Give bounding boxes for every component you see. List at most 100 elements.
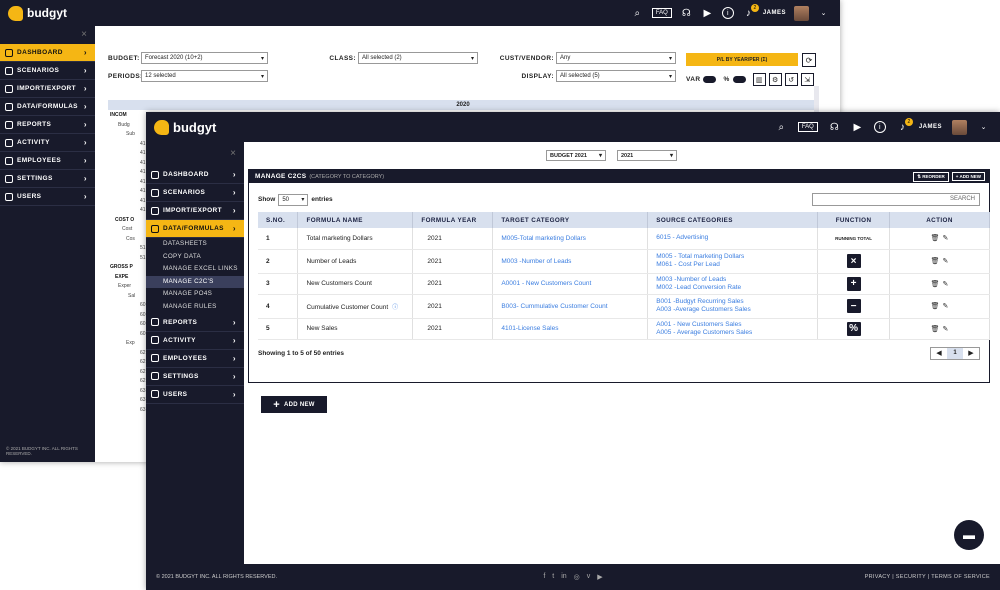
tree-row[interactable]: Budg — [110, 122, 150, 132]
target-category[interactable]: M005-Total marketing Dollars — [492, 228, 649, 250]
faq-button[interactable]: FAQ — [797, 122, 818, 132]
search-icon[interactable]: ⌕ — [631, 7, 644, 20]
source-category[interactable]: M005 - Total marketing Dollars — [656, 253, 817, 261]
sidebar-item-activity[interactable]: ACTIVITY › — [0, 134, 95, 152]
tree-row[interactable]: 41 — [110, 141, 150, 151]
sidebar-item-scenarios[interactable]: SCENARIOS › — [146, 184, 244, 202]
source-category[interactable]: A003 -Average Customers Sales — [656, 306, 817, 314]
prev-page-button[interactable]: ◀ — [931, 348, 947, 359]
subnav-item[interactable]: MANAGE EXCEL LINKS — [146, 263, 244, 276]
info-icon[interactable]: i — [873, 121, 886, 133]
source-category[interactable]: M002 -Lead Conversion Rate — [656, 284, 817, 292]
formula-name-text[interactable]: Cumulative Customer Count — [306, 304, 388, 311]
tree-row[interactable]: 51 — [110, 255, 150, 265]
function-button[interactable]: % — [846, 321, 861, 336]
trash-icon[interactable]: 🗑 — [931, 281, 940, 288]
tree-row[interactable]: Exper — [110, 283, 150, 293]
tree-row[interactable]: 51 — [110, 245, 150, 255]
source-category[interactable]: B001 -Budgyt Recurring Sales — [656, 298, 817, 306]
subnav-item[interactable]: MANAGE RULES — [146, 301, 244, 314]
facebook-icon[interactable]: f — [543, 573, 545, 581]
source-category[interactable]: M003 -Number of Leads — [656, 276, 817, 284]
sidebar-item-import-export[interactable]: IMPORT/EXPORT › — [146, 202, 244, 220]
edit-icon[interactable]: ✎ — [943, 281, 949, 288]
tree-row[interactable]: 62 — [110, 350, 150, 360]
source-category[interactable]: 6015 - Advertising — [656, 234, 817, 242]
column-header[interactable]: FORMULA NAME — [297, 212, 414, 228]
sidebar-item-employees[interactable]: EMPLOYEES › — [146, 350, 244, 368]
tree-row[interactable]: 60 — [110, 331, 150, 341]
tree-row[interactable]: EXPE — [110, 274, 150, 284]
tree-row[interactable]: 62 — [110, 359, 150, 369]
headset-icon[interactable]: ☊ — [680, 7, 693, 20]
youtube-icon[interactable]: ▶ — [597, 573, 602, 581]
sidebar-item-settings[interactable]: SETTINGS › — [0, 170, 95, 188]
vimeo-icon[interactable]: v — [587, 573, 591, 581]
tree-row[interactable]: Exp — [110, 340, 150, 350]
tree-row[interactable]: 60 — [110, 312, 150, 322]
function-button[interactable]: − — [846, 299, 861, 313]
chart-icon[interactable]: ▥ — [752, 73, 766, 86]
edit-icon[interactable]: ✎ — [943, 235, 949, 242]
subnav-item[interactable]: COPY DATA — [146, 251, 244, 264]
bell-icon[interactable]: ♪ 2 — [742, 3, 759, 20]
edit-icon[interactable]: ✎ — [943, 303, 949, 310]
sidebar-item-data-formulas[interactable]: DATA/FORMULAS › — [146, 220, 244, 238]
chat-icon[interactable]: ▬ — [954, 520, 984, 550]
gear-icon[interactable]: ⚙ — [768, 73, 782, 86]
close-icon[interactable]: × — [0, 26, 95, 44]
column-header[interactable]: FORMULA YEAR — [412, 212, 494, 228]
sidebar-item-users[interactable]: USERS › — [146, 386, 244, 404]
subnav-item[interactable]: MANAGE PO4S — [146, 288, 244, 301]
var-toggle[interactable] — [703, 76, 717, 83]
formula-name-text[interactable]: New Sales — [306, 325, 337, 332]
info-icon[interactable]: ⓘ — [392, 305, 398, 311]
column-header[interactable]: ACTION — [889, 212, 990, 228]
sidebar-item-activity[interactable]: ACTIVITY › — [146, 332, 244, 350]
sidebar-item-users[interactable]: USERS › — [0, 188, 95, 206]
tree-row[interactable]: 41 — [110, 160, 150, 170]
function-button[interactable]: + — [846, 276, 861, 291]
history-icon[interactable]: ↺ — [784, 73, 798, 86]
tree-row[interactable]: 63 — [110, 407, 150, 417]
target-category[interactable]: 4101-License Sales — [492, 318, 649, 340]
tree-row[interactable]: 62 — [110, 378, 150, 388]
periods-select[interactable]: 12 selected ▾ — [141, 70, 268, 82]
avatar[interactable] — [794, 5, 809, 21]
tree-row[interactable]: 63 — [110, 397, 150, 407]
cust-select[interactable]: Any ▾ — [556, 52, 676, 64]
tree-row[interactable]: 62 — [110, 369, 150, 379]
sidebar-item-dashboard[interactable]: DASHBOARD › — [146, 166, 244, 184]
page-button[interactable]: 1 — [947, 347, 963, 359]
trash-icon[interactable]: 🗑 — [931, 258, 940, 265]
sidebar-item-scenarios[interactable]: SCENARIOS › — [0, 62, 95, 80]
target-category[interactable]: A0001 - New Customers Count — [492, 273, 649, 295]
trash-icon[interactable]: 🗑 — [931, 303, 940, 310]
column-header[interactable]: FUNCTION — [817, 212, 891, 228]
instagram-icon[interactable]: ◎ — [574, 573, 580, 581]
export-icon[interactable]: ⇲ — [800, 73, 814, 86]
twitter-icon[interactable]: t — [552, 573, 554, 581]
tree-row[interactable]: 63 — [110, 388, 150, 398]
column-header[interactable]: TARGET CATEGORY — [492, 212, 649, 228]
source-category[interactable]: A005 - Average Customers Sales — [656, 329, 817, 337]
close-icon[interactable]: × — [146, 142, 244, 166]
tree-row[interactable]: 41 — [110, 207, 150, 217]
class-select[interactable]: All selected (2) ▾ — [358, 52, 478, 64]
trash-icon[interactable]: 🗑 — [931, 326, 940, 333]
edit-icon[interactable]: ✎ — [943, 258, 949, 265]
tree-row[interactable]: Cos — [110, 236, 150, 246]
add-new-button[interactable]: + ADD NEW — [261, 396, 327, 413]
tree-row[interactable]: 60 — [110, 302, 150, 312]
trash-icon[interactable]: 🗑 — [931, 235, 940, 242]
tree-row[interactable]: Sub — [110, 131, 150, 141]
sidebar-item-employees[interactable]: EMPLOYEES › — [0, 152, 95, 170]
pct-toggle[interactable] — [732, 76, 746, 83]
chevron-down-icon[interactable]: ⌄ — [817, 7, 830, 20]
sidebar-item-dashboard[interactable]: DASHBOARD › — [0, 44, 95, 62]
linkedin-icon[interactable]: in — [561, 573, 566, 581]
tree-row[interactable]: GROSS P — [110, 264, 150, 274]
add-new-small-button[interactable]: + ADD NEW — [951, 172, 985, 181]
tree-row[interactable]: Cost — [110, 226, 150, 236]
footer-links[interactable]: PRIVACY | SECURITY | TERMS OF SERVICE — [865, 574, 990, 580]
